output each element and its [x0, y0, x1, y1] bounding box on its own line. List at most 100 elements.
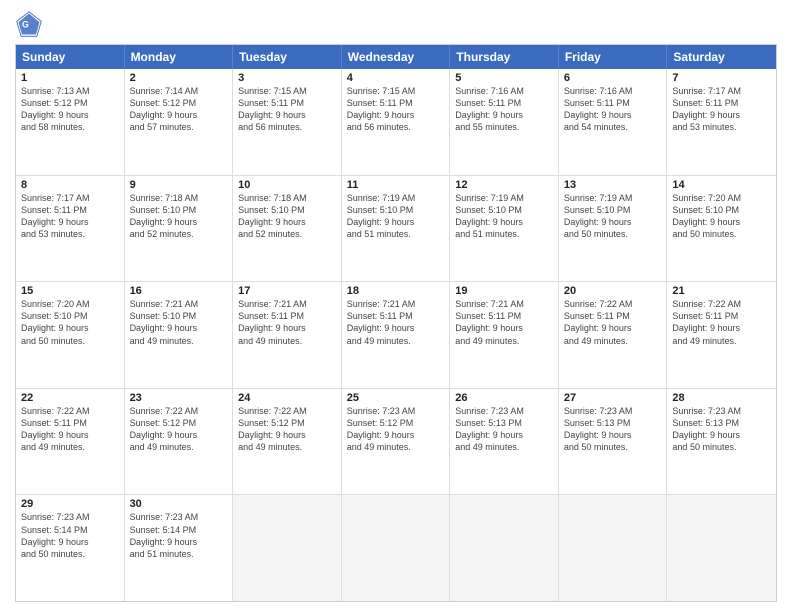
cal-cell-day: 11Sunrise: 7:19 AMSunset: 5:10 PMDayligh…	[342, 176, 451, 282]
cal-cell-empty	[233, 495, 342, 601]
cal-row: 29 Sunrise: 7:23 AMSunset: 5:14 PMDayligh…	[16, 494, 776, 601]
day-number: 13	[564, 179, 662, 191]
cal-header-day: Monday	[125, 45, 234, 69]
day-info: Sunrise: 7:16 AMSunset: 5:11 PMDaylight:…	[455, 85, 553, 134]
cal-cell-day: 6Sunrise: 7:16 AMSunset: 5:11 PMDaylight…	[559, 69, 668, 175]
cal-row: 1Sunrise: 7:13 AMSunset: 5:12 PMDaylight…	[16, 69, 776, 175]
day-number: 14	[672, 179, 771, 191]
day-number: 2	[130, 72, 228, 84]
day-number: 1	[21, 72, 119, 84]
day-number: 8	[21, 179, 119, 191]
day-info: Sunrise: 7:23 AMSunset: 5:14 PMDaylight:…	[130, 511, 228, 560]
day-info: Sunrise: 7:22 AMSunset: 5:11 PMDaylight:…	[564, 298, 662, 347]
day-number: 11	[347, 179, 445, 191]
cal-cell-empty	[342, 495, 451, 601]
cal-row: 22Sunrise: 7:22 AMSunset: 5:11 PMDayligh…	[16, 388, 776, 495]
day-number: 3	[238, 72, 336, 84]
day-number: 19	[455, 285, 553, 297]
day-number: 30	[130, 498, 228, 510]
day-info: Sunrise: 7:19 AMSunset: 5:10 PMDaylight:…	[564, 192, 662, 241]
day-info: Sunrise: 7:21 AMSunset: 5:10 PMDaylight:…	[130, 298, 228, 347]
cal-cell-day: 8Sunrise: 7:17 AMSunset: 5:11 PMDaylight…	[16, 176, 125, 282]
cal-cell-day: 19Sunrise: 7:21 AMSunset: 5:11 PMDayligh…	[450, 282, 559, 388]
day-number: 18	[347, 285, 445, 297]
cal-cell-day: 5Sunrise: 7:16 AMSunset: 5:11 PMDaylight…	[450, 69, 559, 175]
day-info: Sunrise: 7:13 AMSunset: 5:12 PMDaylight:…	[21, 85, 119, 134]
day-info: Sunrise: 7:23 AMSunset: 5:13 PMDaylight:…	[455, 405, 553, 454]
cal-cell-day: 25Sunrise: 7:23 AMSunset: 5:12 PMDayligh…	[342, 389, 451, 495]
cal-cell-day: 15Sunrise: 7:20 AMSunset: 5:10 PMDayligh…	[16, 282, 125, 388]
cal-cell-day: 2Sunrise: 7:14 AMSunset: 5:12 PMDaylight…	[125, 69, 234, 175]
cal-cell-day: 1Sunrise: 7:13 AMSunset: 5:12 PMDaylight…	[16, 69, 125, 175]
day-number: 24	[238, 392, 336, 404]
cal-cell-day: 24Sunrise: 7:22 AMSunset: 5:12 PMDayligh…	[233, 389, 342, 495]
cal-cell-day: 14Sunrise: 7:20 AMSunset: 5:10 PMDayligh…	[667, 176, 776, 282]
day-number: 28	[672, 392, 771, 404]
cal-row: 8Sunrise: 7:17 AMSunset: 5:11 PMDaylight…	[16, 175, 776, 282]
day-number: 5	[455, 72, 553, 84]
day-number: 25	[347, 392, 445, 404]
day-number: 10	[238, 179, 336, 191]
cal-header-day: Friday	[559, 45, 668, 69]
day-number: 20	[564, 285, 662, 297]
calendar: SundayMondayTuesdayWednesdayThursdayFrid…	[15, 44, 777, 602]
day-info: Sunrise: 7:18 AMSunset: 5:10 PMDaylight:…	[130, 192, 228, 241]
cal-cell-day: 18Sunrise: 7:21 AMSunset: 5:11 PMDayligh…	[342, 282, 451, 388]
day-number: 22	[21, 392, 119, 404]
day-info: Sunrise: 7:20 AMSunset: 5:10 PMDaylight:…	[672, 192, 771, 241]
cal-cell-day: 10Sunrise: 7:18 AMSunset: 5:10 PMDayligh…	[233, 176, 342, 282]
logo: G	[15, 10, 47, 38]
day-info: Sunrise: 7:21 AMSunset: 5:11 PMDaylight:…	[347, 298, 445, 347]
day-info: Sunrise: 7:19 AMSunset: 5:10 PMDaylight:…	[455, 192, 553, 241]
cal-row: 15Sunrise: 7:20 AMSunset: 5:10 PMDayligh…	[16, 281, 776, 388]
day-info: Sunrise: 7:17 AMSunset: 5:11 PMDaylight:…	[21, 192, 119, 241]
calendar-header: SundayMondayTuesdayWednesdayThursdayFrid…	[16, 45, 776, 69]
day-number: 9	[130, 179, 228, 191]
header: G	[15, 10, 777, 38]
day-number: 12	[455, 179, 553, 191]
day-number: 16	[130, 285, 228, 297]
cal-cell-day: 28Sunrise: 7:23 AMSunset: 5:13 PMDayligh…	[667, 389, 776, 495]
calendar-body: 1Sunrise: 7:13 AMSunset: 5:12 PMDaylight…	[16, 69, 776, 601]
day-info: Sunrise: 7:21 AMSunset: 5:11 PMDaylight:…	[455, 298, 553, 347]
cal-cell-empty	[450, 495, 559, 601]
cal-cell-day: 7Sunrise: 7:17 AMSunset: 5:11 PMDaylight…	[667, 69, 776, 175]
day-number: 7	[672, 72, 771, 84]
day-info: Sunrise: 7:17 AMSunset: 5:11 PMDaylight:…	[672, 85, 771, 134]
day-info: Sunrise: 7:15 AMSunset: 5:11 PMDaylight:…	[347, 85, 445, 134]
day-info: Sunrise: 7:21 AMSunset: 5:11 PMDaylight:…	[238, 298, 336, 347]
cal-cell-day: 21Sunrise: 7:22 AMSunset: 5:11 PMDayligh…	[667, 282, 776, 388]
day-number: 4	[347, 72, 445, 84]
day-info: Sunrise: 7:20 AMSunset: 5:10 PMDaylight:…	[21, 298, 119, 347]
cal-cell-day: 17Sunrise: 7:21 AMSunset: 5:11 PMDayligh…	[233, 282, 342, 388]
cal-cell-day: 13Sunrise: 7:19 AMSunset: 5:10 PMDayligh…	[559, 176, 668, 282]
day-info: Sunrise: 7:23 AMSunset: 5:13 PMDaylight:…	[564, 405, 662, 454]
cal-cell-day: 26Sunrise: 7:23 AMSunset: 5:13 PMDayligh…	[450, 389, 559, 495]
day-info: Sunrise: 7:22 AMSunset: 5:11 PMDaylight:…	[21, 405, 119, 454]
cal-cell-day: 16Sunrise: 7:21 AMSunset: 5:10 PMDayligh…	[125, 282, 234, 388]
cal-header-day: Saturday	[667, 45, 776, 69]
cal-cell-day: 29Sunrise: 7:23 AMSunset: 5:14 PMDayligh…	[16, 495, 125, 601]
cal-header-day: Wednesday	[342, 45, 451, 69]
day-number: 29	[21, 498, 119, 510]
cal-cell-day: 4Sunrise: 7:15 AMSunset: 5:11 PMDaylight…	[342, 69, 451, 175]
svg-text:G: G	[22, 20, 29, 30]
day-info: Sunrise: 7:15 AMSunset: 5:11 PMDaylight:…	[238, 85, 336, 134]
day-number: 27	[564, 392, 662, 404]
day-info: Sunrise: 7:23 AMSunset: 5:12 PMDaylight:…	[347, 405, 445, 454]
day-number: 17	[238, 285, 336, 297]
day-info: Sunrise: 7:22 AMSunset: 5:11 PMDaylight:…	[672, 298, 771, 347]
cal-cell-day: 9Sunrise: 7:18 AMSunset: 5:10 PMDaylight…	[125, 176, 234, 282]
day-info: Sunrise: 7:22 AMSunset: 5:12 PMDaylight:…	[238, 405, 336, 454]
cal-header-day: Tuesday	[233, 45, 342, 69]
day-number: 23	[130, 392, 228, 404]
cal-cell-day: 27Sunrise: 7:23 AMSunset: 5:13 PMDayligh…	[559, 389, 668, 495]
cal-header-day: Sunday	[16, 45, 125, 69]
page: G SundayMondayTuesdayWednesdayThursdayFr…	[0, 0, 792, 612]
day-info: Sunrise: 7:19 AMSunset: 5:10 PMDaylight:…	[347, 192, 445, 241]
day-number: 15	[21, 285, 119, 297]
cal-cell-empty	[667, 495, 776, 601]
day-number: 6	[564, 72, 662, 84]
cal-cell-day: 23Sunrise: 7:22 AMSunset: 5:12 PMDayligh…	[125, 389, 234, 495]
cal-cell-day: 12Sunrise: 7:19 AMSunset: 5:10 PMDayligh…	[450, 176, 559, 282]
